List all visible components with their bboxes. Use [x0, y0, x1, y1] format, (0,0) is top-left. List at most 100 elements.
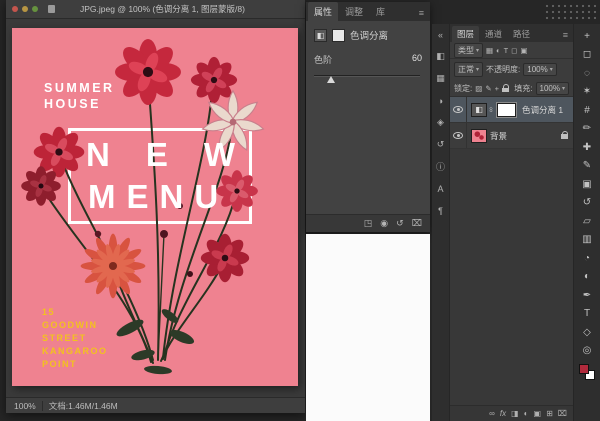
- lock-paint-icon[interactable]: ✎: [485, 84, 491, 93]
- history-panel-icon[interactable]: ↺: [433, 138, 448, 151]
- dodge-tool[interactable]: ◐: [577, 268, 597, 287]
- levels-value-field[interactable]: 60: [412, 53, 422, 66]
- reset-icon[interactable]: ↺: [396, 218, 404, 229]
- clone-stamp-tool[interactable]: ▣: [577, 175, 597, 194]
- shape-tool[interactable]: ◇: [577, 323, 597, 342]
- filter-smart-object-icon[interactable]: ▣: [520, 46, 527, 55]
- maximize-button[interactable]: [32, 6, 38, 12]
- panel-menu-icon[interactable]: ≡: [415, 5, 428, 21]
- filter-adjustment-icon[interactable]: ◐: [496, 46, 501, 55]
- foreground-color-swatch[interactable]: [579, 364, 589, 374]
- pen-tool[interactable]: ✒: [577, 286, 597, 305]
- minimize-button[interactable]: [22, 6, 28, 12]
- color-swatches[interactable]: [579, 364, 595, 380]
- posterize-icon: ◧: [314, 28, 327, 42]
- background-layer-thumbnail[interactable]: [471, 128, 487, 143]
- tab-layers[interactable]: 图层: [452, 26, 480, 42]
- slider-thumb[interactable]: [327, 76, 335, 83]
- filter-type-icon[interactable]: T: [504, 46, 509, 55]
- crop-tool[interactable]: #: [577, 101, 597, 120]
- layer-row-posterize[interactable]: ◧ ∞ 色调分离 1: [450, 97, 573, 123]
- gradient-tool[interactable]: ▥: [577, 231, 597, 250]
- lock-row: 锁定: ▨ ✎ + 填充: 100% ▾: [450, 80, 573, 97]
- link-layers-icon[interactable]: ∞: [489, 409, 495, 418]
- opacity-dropdown[interactable]: 100% ▾: [523, 63, 557, 76]
- layer-name[interactable]: 背景: [490, 130, 507, 142]
- paragraph-panel-icon[interactable]: ¶: [433, 204, 448, 217]
- tab-adjustments[interactable]: 调整: [339, 2, 369, 21]
- healing-brush-tool[interactable]: ✚: [577, 138, 597, 157]
- delete-layer-icon[interactable]: ⌧: [558, 409, 567, 418]
- filter-shape-icon[interactable]: ◻: [511, 46, 517, 55]
- lock-transparent-icon[interactable]: ▨: [475, 84, 482, 93]
- zoom-tool[interactable]: ◎: [577, 342, 597, 361]
- swatches-panel-icon[interactable]: ▦: [433, 72, 448, 85]
- mask-link-icon[interactable]: ∞: [487, 107, 494, 112]
- poster-brand-text: SUMMER HOUSE: [44, 80, 115, 112]
- new-group-icon[interactable]: ▣: [534, 409, 542, 418]
- filter-type-dropdown[interactable]: 类型 ▾: [454, 42, 484, 58]
- info-panel-icon[interactable]: ⓘ: [433, 160, 448, 173]
- eraser-tool[interactable]: ▱: [577, 212, 597, 231]
- eyedropper-tool[interactable]: ✏: [577, 120, 597, 139]
- collapsed-panels-dock: « ◧ ▦ ◑ ◈ ↺ ⓘ A ¶: [432, 24, 449, 421]
- eye-icon[interactable]: [453, 106, 463, 113]
- tab-paths[interactable]: 路径: [508, 26, 535, 42]
- poster-address-line: POINT: [42, 359, 78, 369]
- new-layer-icon[interactable]: ⊞: [546, 409, 553, 418]
- layer-effects-icon[interactable]: fx: [500, 409, 506, 418]
- visibility-toggle-icon[interactable]: ◉: [380, 218, 388, 229]
- chevron-down-icon: ▾: [561, 85, 565, 92]
- character-panel-icon[interactable]: A: [433, 182, 448, 195]
- type-tool[interactable]: T: [577, 305, 597, 324]
- eye-icon[interactable]: [453, 132, 463, 139]
- levels-slider[interactable]: [314, 70, 422, 84]
- tab-libraries[interactable]: 库: [370, 2, 391, 21]
- blend-mode-row: 正常 ▾ 不透明度: 100% ▾: [450, 59, 573, 80]
- adjustment-layer-thumbnail[interactable]: ◧: [471, 102, 487, 117]
- color-panel-icon[interactable]: ◧: [433, 50, 448, 63]
- poster-headline-menu: MENU: [88, 178, 230, 215]
- history-brush-tool[interactable]: ↺: [577, 194, 597, 213]
- zoom-level-field[interactable]: 100%: [14, 401, 36, 411]
- lock-icon: [561, 130, 568, 139]
- brush-tool[interactable]: ✎: [577, 157, 597, 176]
- document-size-info[interactable]: 文档:1.46M/1.46M: [49, 400, 118, 412]
- expand-panels-icon[interactable]: «: [433, 28, 448, 41]
- magic-wand-tool[interactable]: ✶: [577, 83, 597, 102]
- filter-pixel-icon[interactable]: ▦: [486, 46, 493, 55]
- poster-brand-line2: HOUSE: [44, 97, 101, 111]
- document-titlebar[interactable]: JPG.jpeg @ 100% (色调分离 1, 图层蒙版/8): [6, 0, 305, 19]
- visibility-cell[interactable]: [450, 123, 467, 148]
- add-mask-icon[interactable]: ◨: [511, 409, 519, 418]
- adjustments-panel-icon[interactable]: ◑: [433, 94, 448, 107]
- marquee-tool[interactable]: ◻: [577, 46, 597, 65]
- styles-panel-icon[interactable]: ◈: [433, 116, 448, 129]
- fill-dropdown[interactable]: 100% ▾: [535, 81, 569, 95]
- clip-to-layer-icon[interactable]: ◳: [364, 218, 373, 229]
- background-window-area: [306, 234, 430, 421]
- status-bar: 100% 文档:1.46M/1.46M: [6, 397, 305, 413]
- layer-mask-thumbnail[interactable]: [497, 102, 516, 117]
- blend-mode-dropdown[interactable]: 正常 ▾: [454, 62, 484, 77]
- lock-move-icon[interactable]: +: [495, 84, 499, 93]
- canvas-area[interactable]: SUMMER HOUSE NEW MENU 15 GOODWIN STREET …: [6, 20, 305, 397]
- move-tool[interactable]: +: [577, 27, 597, 46]
- new-adjustment-icon[interactable]: ◐: [524, 409, 529, 418]
- close-button[interactable]: [12, 6, 18, 12]
- layer-row-background[interactable]: 背景: [450, 123, 573, 149]
- fill-label: 填充:: [514, 83, 533, 93]
- layer-name[interactable]: 色调分离 1: [522, 104, 563, 116]
- texture-dots: [544, 3, 596, 20]
- layer-filter-row: 类型 ▾ ▦ ◐ T ◻ ▣: [450, 42, 573, 59]
- visibility-cell[interactable]: [450, 97, 467, 122]
- delete-adjustment-icon[interactable]: ⌧: [412, 218, 422, 229]
- tab-properties[interactable]: 属性: [308, 2, 339, 21]
- lasso-tool[interactable]: ◌: [577, 64, 597, 83]
- lock-all-icon[interactable]: [502, 84, 510, 92]
- tab-channels[interactable]: 通道: [480, 26, 507, 42]
- properties-body: ◧ 色调分离 色阶 60: [306, 21, 430, 91]
- toolbar: + ◻ ◌ ✶ # ✏ ✚ ✎ ▣ ↺ ▱ ▥ ◔ ◐ ✒ T ◇ ◎: [574, 24, 600, 421]
- layers-panel-menu-icon[interactable]: ≡: [560, 28, 571, 42]
- blur-tool[interactable]: ◔: [577, 249, 597, 268]
